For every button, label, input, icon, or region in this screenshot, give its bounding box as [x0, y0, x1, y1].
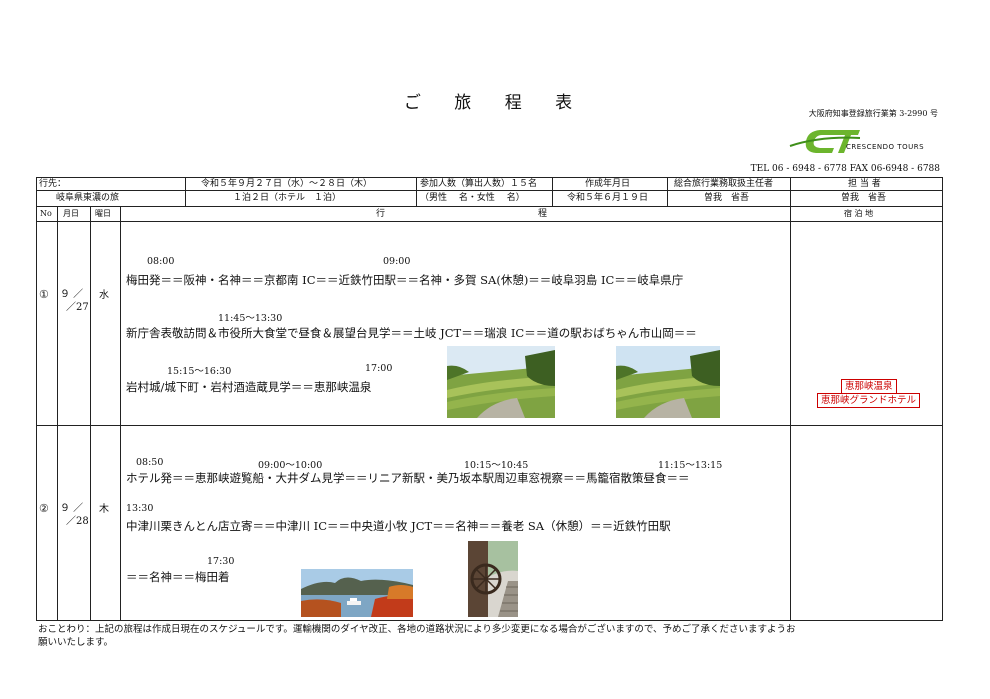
- col-date: 月日: [63, 209, 79, 218]
- day1-line: 新庁舎表敬訪問＆市役所大食堂で昼食＆展望台見学＝＝土岐 JCT＝＝瑞浪 IC＝＝…: [126, 326, 697, 340]
- col-itinerary: 行 程: [376, 209, 548, 219]
- waterwheel-photo: [468, 541, 518, 617]
- contact-numbers: TEL 06 - 6948 - 6778 FAX 06-6948 - 6788: [750, 164, 940, 174]
- created-date-label: 作成年月日: [585, 179, 631, 189]
- destination-label: 行先：: [39, 179, 67, 189]
- day2-number: ②: [39, 502, 49, 515]
- day2-line: 中津川栗きんとん店立寄＝＝中津川 IC＝＝中央道小牧 JCT＝＝名神＝＝養老 S…: [126, 519, 671, 533]
- travel-license: 大阪府知事登録旅行業第 3-2990 号: [808, 109, 938, 118]
- day1-weekday: 水: [99, 290, 109, 301]
- gender-breakdown: （男性 名・女性 名）: [420, 193, 525, 203]
- created-date-value: 令和５年６月１９日: [567, 193, 649, 203]
- lodging-area: 恵那峡温泉: [841, 379, 897, 394]
- day2-line: ＝＝名神＝＝梅田着: [126, 570, 230, 584]
- itinerary-table: 行先： 岐阜県東濃の旅 令和５年９月２７日（水）～２８日（木） １泊２日（ホテル…: [36, 177, 943, 621]
- col-no: No: [40, 209, 52, 218]
- lodging-hotel: 恵那峡グランドホテル: [817, 393, 921, 408]
- day2-time: 10:15～10:45: [464, 460, 529, 471]
- lake-boat-photo: [301, 569, 413, 617]
- day1-line: 梅田発＝＝阪神・名神＝＝京都南 IC＝＝近鉄竹田駅＝＝名神・多賀 SA(休憩)＝…: [126, 273, 684, 287]
- disclaimer-note: おことわり：上記の旅程は作成日現在のスケジュールです。運輸機関のダイヤ改正、各地…: [38, 624, 796, 648]
- logo-company-name: CRESCENDO TOURS: [846, 143, 925, 151]
- company-logo: CRESCENDO TOURS: [780, 124, 940, 160]
- terraced-field-photo: [616, 346, 720, 418]
- destination-value: 岐阜県東濃の旅: [56, 193, 120, 203]
- day1-line: 岩村城/城下町・岩村酒造蔵見学＝＝恵那峡温泉: [126, 380, 372, 394]
- participants: 参加人数（算出人数）１５名: [420, 179, 538, 189]
- manager-label: 総合旅行業務取扱主任者: [674, 179, 774, 189]
- day2-time: 17:30: [207, 556, 235, 567]
- col-weekday: 曜日: [95, 209, 111, 218]
- day2-time: 13:30: [126, 503, 154, 514]
- day1-date-bottom: ／27: [66, 302, 89, 313]
- staff-label: 担 当 者: [848, 179, 881, 189]
- day2-date-top: ９ ／: [60, 503, 84, 514]
- nights-info: １泊２日（ホテル １泊）: [233, 193, 342, 203]
- day2-time: 09:00～10:00: [258, 460, 323, 471]
- terraced-field-photo: [447, 346, 555, 418]
- col-lodging: 宿 泊 地: [844, 209, 874, 218]
- day2-weekday: 木: [99, 504, 109, 515]
- logo-mark-icon: [789, 130, 861, 153]
- day2-time: 11:15～13:15: [658, 460, 723, 471]
- day2-date-bottom: ／28: [66, 516, 89, 527]
- day1-time: 08:00: [147, 256, 175, 267]
- day1-time: 09:00: [383, 256, 411, 267]
- day1-time: 11:45～13:30: [218, 313, 283, 324]
- day2-time: 08:50: [136, 457, 164, 468]
- staff-name: 曽我 省吾: [841, 193, 887, 203]
- manager-name: 曽我 省吾: [704, 193, 750, 203]
- travel-dates: 令和５年９月２７日（水）～２８日（木）: [201, 179, 373, 189]
- day1-time: 15:15～16:30: [167, 366, 232, 377]
- day2-line: ホテル発＝＝恵那峡遊覧船・大井ダム見学＝＝リニア新駅・美乃坂本駅周辺車窓視察＝＝…: [126, 471, 690, 485]
- day1-number: ①: [39, 288, 49, 301]
- day1-time: 17:00: [365, 363, 393, 374]
- day1-date-top: ９ ／: [60, 289, 84, 300]
